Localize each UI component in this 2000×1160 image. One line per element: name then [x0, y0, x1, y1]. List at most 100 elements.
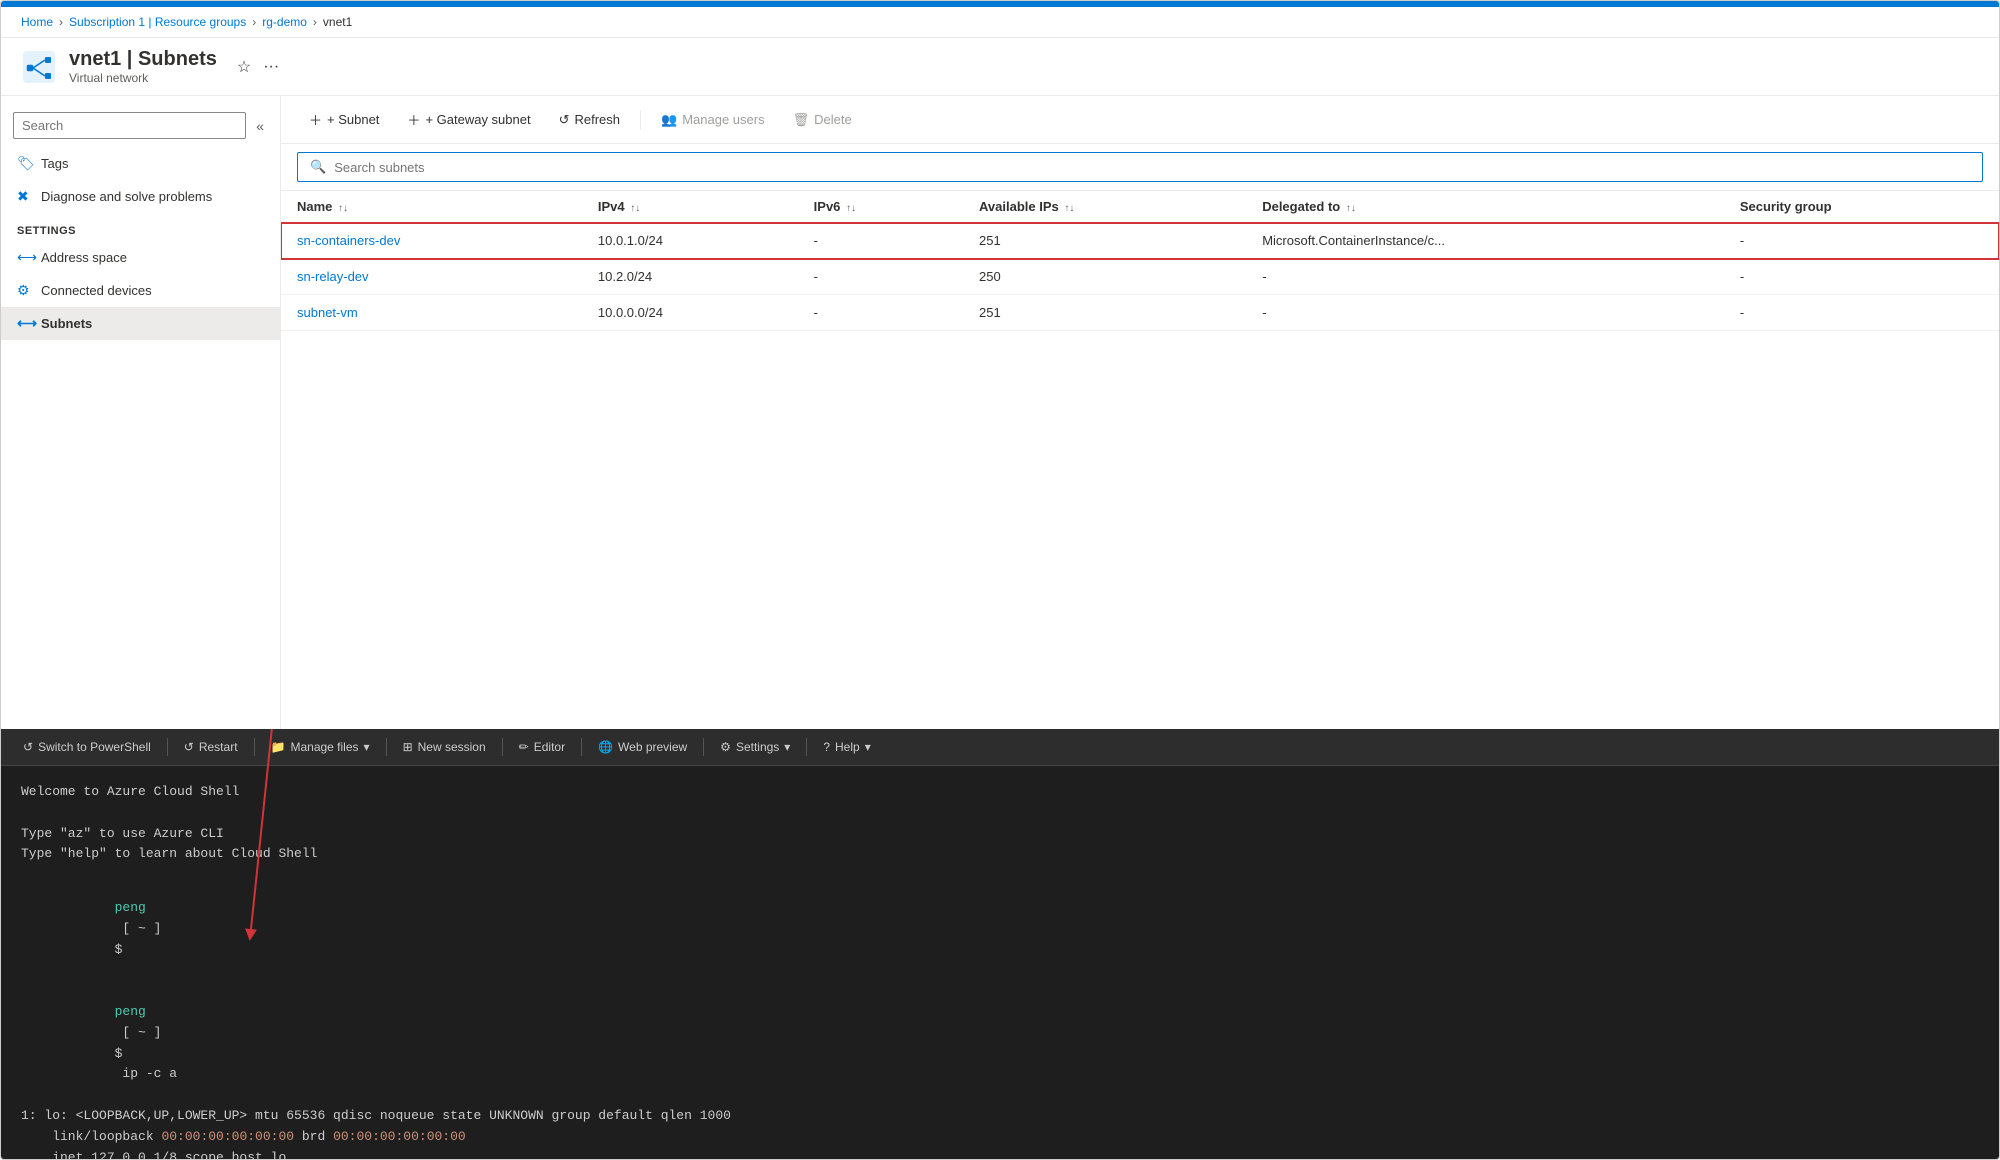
shell-settings-button[interactable]: ⚙ Settings ▾	[710, 735, 800, 759]
sidebar-search-input[interactable]	[13, 112, 246, 139]
settings-section-label: Settings	[1, 213, 280, 241]
sidebar-item-address-space-label: Address space	[41, 250, 127, 265]
manage-files-chevron: ▾	[364, 740, 370, 754]
switch-powershell-button[interactable]: ↺ Switch to PowerShell	[13, 735, 161, 759]
restart-label: Restart	[199, 740, 238, 754]
subnets-icon: ⟷	[17, 315, 33, 332]
ipv4-sort-icon[interactable]: ↑↓	[630, 203, 640, 214]
gateway-subnet-label: + Gateway subnet	[425, 112, 530, 127]
sidebar-item-tags[interactable]: 🏷 Tags	[1, 147, 280, 180]
web-preview-button[interactable]: 🌐 Web preview	[588, 735, 697, 759]
sidebar-item-connected-devices-label: Connected devices	[41, 283, 152, 298]
sidebar-item-tags-label: Tags	[41, 156, 68, 171]
subnets-table-body: sn-containers-dev10.0.1.0/24-251Microsof…	[281, 223, 1999, 331]
ipv6-sort-icon[interactable]: ↑↓	[846, 203, 856, 214]
shell-settings-label: Settings	[736, 740, 779, 754]
shell-sep-2	[254, 738, 255, 756]
editor-button[interactable]: ✏ Editor	[509, 735, 575, 759]
cell-security-group: -	[1724, 259, 1999, 295]
welcome-line-4: Type "help" to learn about Cloud Shell	[21, 844, 1979, 865]
new-session-button[interactable]: ⊞ New session	[393, 735, 496, 759]
new-session-label: New session	[418, 740, 486, 754]
table-row[interactable]: sn-containers-dev10.0.1.0/24-251Microsof…	[281, 223, 1999, 259]
col-security-group: Security group	[1724, 191, 1999, 223]
cell-available-ips: 251	[963, 223, 1246, 259]
sidebar-item-address-space[interactable]: ⟷ Address space	[1, 241, 280, 274]
table-row[interactable]: sn-relay-dev10.2.0/24-250--	[281, 259, 1999, 295]
panels-row: « 🏷 Tags ✖ Diagnose and solve problems S…	[1, 96, 1999, 729]
shell-prompt-user-1: peng	[115, 900, 146, 915]
refresh-button[interactable]: ↺ Refresh	[547, 106, 632, 134]
subnet-name-link[interactable]: subnet-vm	[297, 305, 358, 320]
sidebar: « 🏷 Tags ✖ Diagnose and solve problems S…	[1, 96, 281, 729]
address-space-icon: ⟷	[17, 249, 33, 266]
refresh-icon: ↺	[559, 112, 570, 128]
name-sort-icon[interactable]: ↑↓	[338, 203, 348, 214]
resource-title-group: vnet1 | Subnets Virtual network	[69, 48, 217, 85]
col-ipv4: IPv4 ↑↓	[582, 191, 798, 223]
cell-name: sn-relay-dev	[281, 259, 582, 295]
web-preview-icon: 🌐	[598, 740, 613, 754]
table-header-row: Name ↑↓ IPv4 ↑↓ IPv6 ↑↓	[281, 191, 1999, 223]
header-icons: ☆ ···	[237, 57, 279, 77]
delete-icon: 🗑	[793, 112, 810, 128]
subnets-search-input[interactable]	[334, 160, 1970, 175]
subnet-name-link[interactable]: sn-containers-dev	[297, 233, 400, 248]
sidebar-item-subnets[interactable]: ⟷ Subnets	[1, 307, 280, 340]
manage-files-icon: 📁	[271, 740, 286, 754]
gateway-icon: ＋	[407, 110, 420, 129]
shell-sep-4	[502, 738, 503, 756]
cell-ipv6: -	[798, 223, 963, 259]
cell-name: subnet-vm	[281, 295, 582, 331]
available-ips-sort-icon[interactable]: ↑↓	[1064, 203, 1074, 214]
resource-header: vnet1 | Subnets Virtual network ☆ ···	[1, 38, 1999, 96]
manage-files-button[interactable]: 📁 Manage files ▾	[261, 735, 380, 759]
breadcrumb: Home › Subscription 1 | Resource groups …	[1, 7, 1999, 38]
restart-icon: ↺	[184, 740, 194, 754]
favorite-button[interactable]: ☆	[237, 57, 251, 77]
breadcrumb-subscription[interactable]: Subscription 1 | Resource groups	[69, 15, 246, 29]
toolbar-separator-1	[640, 110, 641, 130]
sidebar-item-diagnose-label: Diagnose and solve problems	[41, 189, 212, 204]
manage-files-label: Manage files	[290, 740, 358, 754]
shell-settings-icon: ⚙	[720, 740, 731, 754]
editor-icon: ✏	[519, 740, 529, 754]
cell-ipv6: -	[798, 259, 963, 295]
cell-ipv4: 10.2.0/24	[582, 259, 798, 295]
content-area: ＋ + Subnet ＋ + Gateway subnet ↺ Refresh	[281, 96, 1999, 729]
add-subnet-button[interactable]: ＋ + Subnet	[297, 104, 391, 135]
subnet-name-link[interactable]: sn-relay-dev	[297, 269, 369, 284]
new-session-icon: ⊞	[403, 740, 413, 754]
diagnose-icon: ✖	[17, 188, 33, 205]
manage-users-button[interactable]: 👥 Manage users	[649, 106, 777, 134]
welcome-line-2	[21, 803, 1979, 824]
cell-delegated-to: -	[1246, 259, 1724, 295]
shell-sep-3	[386, 738, 387, 756]
col-available-ips: Available IPs ↑↓	[963, 191, 1246, 223]
col-name: Name ↑↓	[281, 191, 582, 223]
content-toolbar: ＋ + Subnet ＋ + Gateway subnet ↺ Refresh	[281, 96, 1999, 144]
table-row[interactable]: subnet-vm10.0.0.0/24-251--	[281, 295, 1999, 331]
sidebar-collapse-button[interactable]: «	[252, 114, 268, 138]
resource-name: vnet1 | Subnets	[69, 48, 217, 71]
breadcrumb-home[interactable]: Home	[21, 15, 53, 29]
cloud-shell-panel: ↺ Switch to PowerShell ↺ Restart 📁 Manag…	[1, 729, 1999, 1159]
subnets-table: Name ↑↓ IPv4 ↑↓ IPv6 ↑↓	[281, 191, 1999, 331]
subnets-search-input-wrapper: 🔍	[297, 152, 1983, 182]
sidebar-item-connected-devices[interactable]: ⚙ Connected devices	[1, 274, 280, 307]
col-ipv6: IPv6 ↑↓	[798, 191, 963, 223]
shell-sep-1	[167, 738, 168, 756]
shell-cmd-1: ip -c a	[115, 1066, 177, 1081]
delete-button[interactable]: 🗑 Delete	[781, 106, 864, 134]
shell-help-button[interactable]: ? Help ▾	[813, 735, 880, 759]
add-gateway-subnet-button[interactable]: ＋ + Gateway subnet	[395, 104, 542, 135]
breadcrumb-rg[interactable]: rg-demo	[262, 15, 307, 29]
delegated-sort-icon[interactable]: ↑↓	[1346, 203, 1356, 214]
cell-name: sn-containers-dev	[281, 223, 582, 259]
sidebar-item-diagnose[interactable]: ✖ Diagnose and solve problems	[1, 180, 280, 213]
cell-ipv4: 10.0.0.0/24	[582, 295, 798, 331]
restart-button[interactable]: ↺ Restart	[174, 735, 248, 759]
page-wrapper: Home › Subscription 1 | Resource groups …	[0, 0, 2000, 1160]
more-options-button[interactable]: ···	[263, 58, 279, 76]
manage-users-label: Manage users	[682, 112, 764, 127]
